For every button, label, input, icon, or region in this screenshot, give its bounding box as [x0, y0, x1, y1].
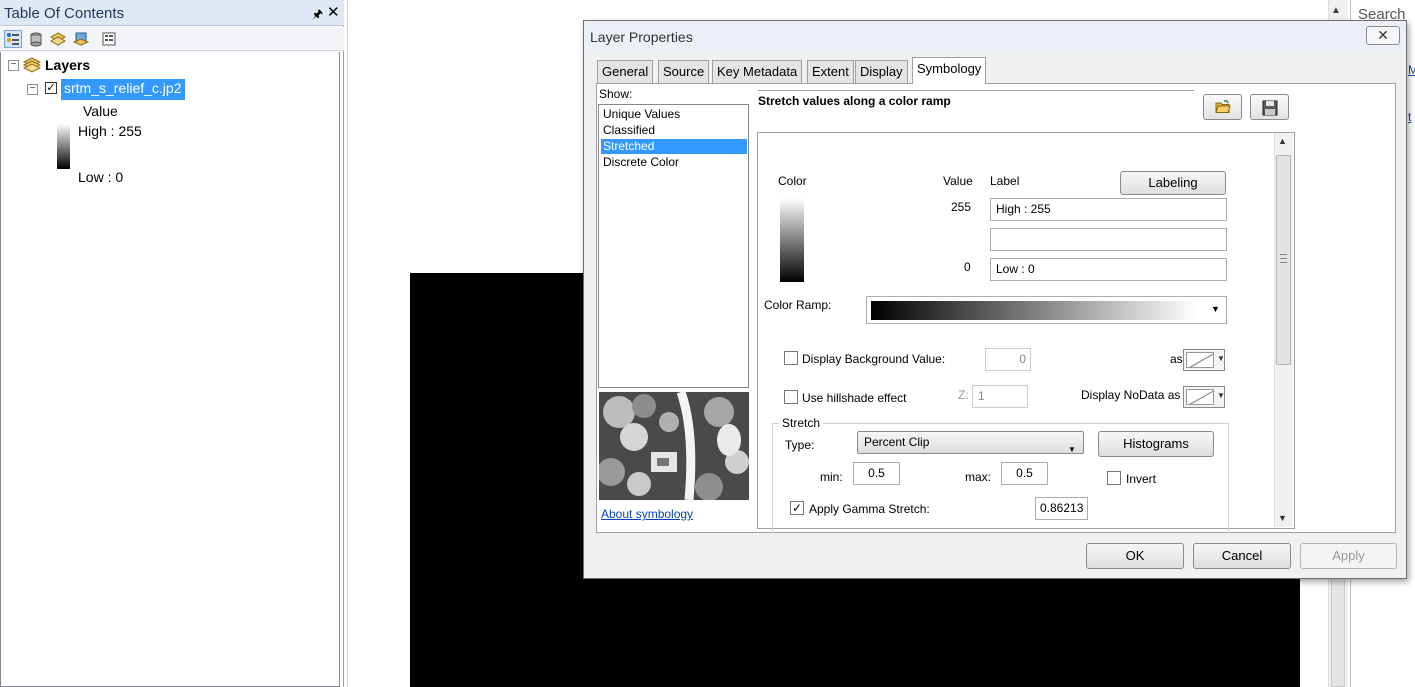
chevron-down-icon: ▼ — [1217, 391, 1225, 400]
tab-source[interactable]: Source — [658, 60, 710, 83]
list-by-selection-icon[interactable] — [72, 30, 90, 48]
tab-general[interactable]: General — [597, 60, 654, 83]
min-percent-field[interactable]: 0.5 — [853, 462, 900, 485]
invert-label: Invert — [1126, 472, 1157, 486]
low-label-field[interactable]: Low : 0 — [990, 258, 1227, 281]
chevron-down-icon: ▼ — [1211, 304, 1220, 314]
renderer-unique-values[interactable]: Unique Values — [601, 107, 747, 122]
save-icon — [1262, 100, 1278, 116]
z-factor-label: Z: — [958, 388, 969, 402]
collapse-layers-toggle[interactable]: − — [8, 60, 19, 71]
table-of-contents-panel: Table Of Contents 🖈 ✕ — [0, 0, 344, 687]
background-value-field[interactable]: 0 — [985, 348, 1031, 371]
nodata-color-picker[interactable]: ▼ — [1183, 386, 1225, 408]
folder-open-icon — [1215, 100, 1231, 113]
gamma-stretch-label: Apply Gamma Stretch: — [809, 502, 930, 516]
dialog-titlebar: Layer Properties ✕ — [584, 21, 1406, 53]
toc-tree — [0, 52, 340, 687]
stretch-type-value: Percent Clip — [864, 435, 930, 449]
heading-divider — [758, 90, 1194, 91]
dialog-close-button[interactable]: ✕ — [1366, 26, 1400, 45]
scroll-up-arrow-icon[interactable]: ▲ — [1331, 5, 1341, 16]
scroll-down-arrow-icon[interactable]: ▼ — [1278, 513, 1287, 523]
hillshade-label: Use hillshade effect — [802, 391, 907, 405]
label-column-header: Label — [990, 174, 1020, 188]
save-layer-file-button[interactable] — [1250, 94, 1289, 120]
max-label: max: — [965, 470, 992, 484]
layer-properties-dialog: Layer Properties ✕ General Source Key Me… — [583, 20, 1407, 579]
labeling-button[interactable]: Labeling — [1120, 171, 1226, 195]
tab-symbology[interactable]: Symbology — [912, 57, 987, 84]
toc-title: Table Of Contents — [4, 5, 125, 22]
ok-button[interactable]: OK — [1086, 543, 1184, 569]
cancel-button[interactable]: Cancel — [1193, 543, 1291, 569]
tab-key-metadata[interactable]: Key Metadata — [712, 60, 803, 83]
gamma-stretch-checkbox[interactable]: ✓ — [790, 501, 804, 515]
invert-checkbox[interactable] — [1107, 471, 1121, 485]
toc-toolbar — [0, 27, 344, 51]
no-color-swatch-icon — [1186, 389, 1214, 405]
legend-color-ramp — [57, 124, 70, 169]
value-column-header: Value — [943, 174, 973, 188]
options-icon[interactable] — [100, 30, 118, 48]
pin-icon[interactable]: 🖈 — [312, 5, 323, 26]
color-ramp-dropdown[interactable]: ▼ — [866, 296, 1227, 324]
layer-name[interactable]: srtm_s_relief_c.jp2 — [61, 79, 185, 100]
close-icon[interactable]: ✕ — [327, 3, 340, 21]
renderer-classified[interactable]: Classified — [601, 123, 747, 138]
background-as-label: as — [1170, 352, 1183, 366]
display-background-checkbox[interactable] — [784, 351, 798, 365]
search-result-link[interactable]: M — [1408, 63, 1415, 77]
display-background-label: Display Background Value: — [802, 352, 946, 366]
legend-high-label: High : 255 — [78, 123, 142, 139]
low-value: 0 — [964, 260, 971, 274]
renderer-discrete-color[interactable]: Discrete Color — [601, 155, 747, 170]
about-symbology-link[interactable]: About symbology — [601, 507, 693, 521]
mid-label-field[interactable] — [990, 228, 1227, 251]
scroll-up-arrow-icon[interactable]: ▲ — [1278, 136, 1287, 146]
dialog-title: Layer Properties — [590, 29, 693, 45]
no-color-swatch-icon — [1186, 352, 1214, 368]
toc-titlebar: Table Of Contents 🖈 ✕ — [0, 0, 344, 26]
nodata-label: Display NoData as — [1081, 388, 1181, 402]
symbology-preview-image — [599, 392, 749, 500]
color-ramp-label: Color Ramp: — [764, 298, 832, 312]
stretch-type-dropdown[interactable]: Percent Clip ▼ — [857, 431, 1084, 454]
hillshade-checkbox[interactable] — [784, 390, 798, 404]
tab-extent[interactable]: Extent — [807, 60, 854, 83]
open-layer-file-button[interactable] — [1203, 94, 1242, 120]
min-label: min: — [820, 470, 843, 484]
background-color-picker[interactable]: ▼ — [1183, 349, 1225, 371]
renderer-heading: Stretch values along a color ramp — [758, 94, 951, 108]
stretch-type-label: Type: — [785, 438, 815, 452]
legend-low-label: Low : 0 — [78, 169, 124, 185]
scroll-grip-icon — [1280, 254, 1287, 263]
list-by-visibility-icon[interactable] — [49, 30, 67, 48]
histograms-button[interactable]: Histograms — [1098, 431, 1214, 457]
layer-visibility-checkbox[interactable]: ✓ — [45, 82, 57, 94]
high-label-field[interactable]: High : 255 — [990, 198, 1227, 221]
chevron-down-icon: ▼ — [1068, 445, 1076, 454]
search-result-link[interactable]: t — [1408, 110, 1411, 124]
z-factor-field[interactable]: 1 — [972, 385, 1028, 408]
layers-group-icon — [22, 57, 42, 76]
list-by-source-icon[interactable] — [27, 30, 45, 48]
renderer-stretched[interactable]: Stretched — [601, 139, 747, 154]
list-by-drawing-order-icon[interactable] — [4, 30, 22, 48]
color-column-header: Color — [778, 174, 807, 188]
stretch-group-title: Stretch — [779, 416, 824, 430]
tab-display[interactable]: Display — [855, 60, 908, 83]
legend-field-label: Value — [83, 103, 118, 119]
high-value: 255 — [951, 200, 972, 214]
layers-group-label[interactable]: Layers — [45, 57, 90, 73]
renderer-list: Unique Values Classified Stretched Discr… — [598, 104, 749, 388]
chevron-down-icon: ▼ — [1217, 354, 1225, 363]
collapse-layer-toggle[interactable]: − — [27, 84, 38, 95]
gamma-value-field[interactable]: 0.86213 — [1035, 497, 1088, 520]
show-label: Show: — [599, 87, 633, 101]
color-ramp-swatch[interactable] — [780, 198, 804, 282]
max-percent-field[interactable]: 0.5 — [1001, 462, 1048, 485]
apply-button[interactable]: Apply — [1300, 543, 1397, 569]
color-ramp-preview — [871, 301, 1197, 320]
